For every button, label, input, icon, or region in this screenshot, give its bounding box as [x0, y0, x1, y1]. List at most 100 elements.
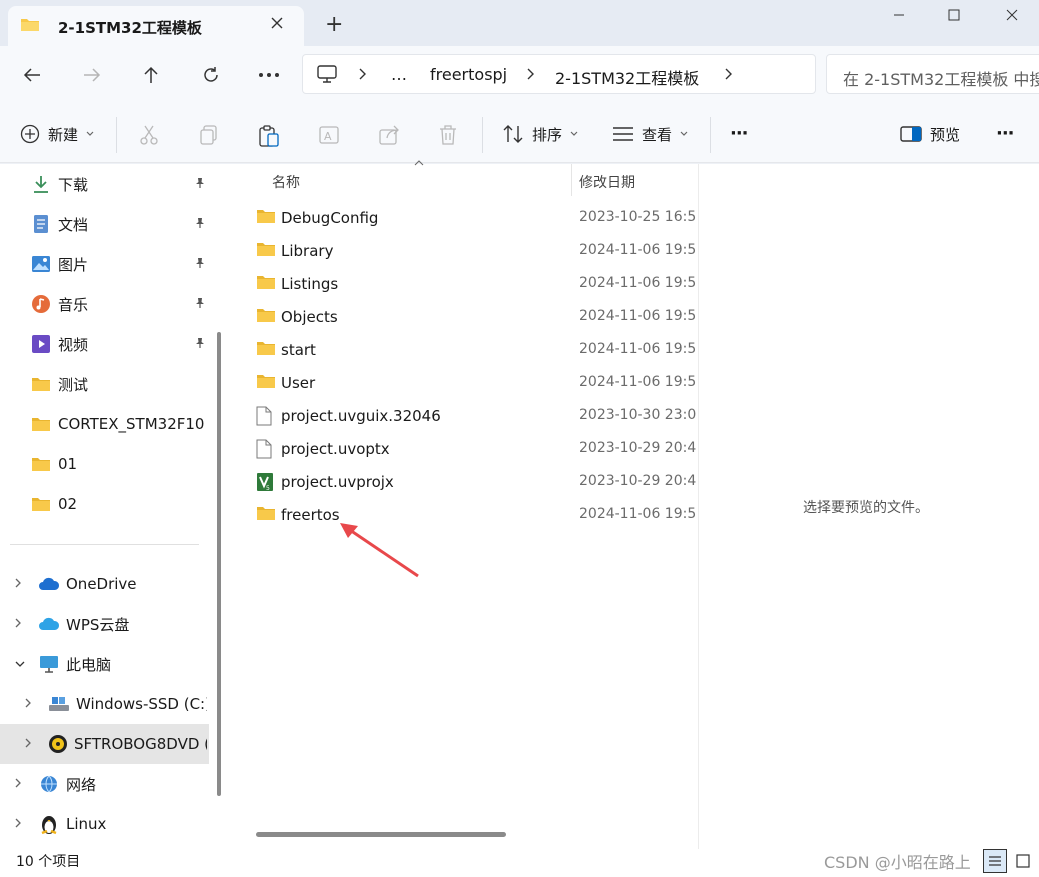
file-row-10[interactable]: freertos 2024-11-06 19:5 [250, 498, 697, 531]
chevron-right-icon[interactable] [24, 737, 32, 749]
sidebar-item-9[interactable]: 02 [30, 487, 210, 521]
sidebar-item-5[interactable]: 视频 [30, 327, 210, 361]
sidebar-scrollbar[interactable] [217, 332, 221, 796]
chevron-right-icon[interactable] [14, 577, 22, 589]
folder-icon [256, 373, 276, 389]
sidebar-item-8[interactable]: 01 [30, 447, 210, 481]
more-nav-icon[interactable] [252, 60, 286, 90]
plus-circle-icon [20, 124, 40, 144]
preview-button[interactable]: 预览 [900, 118, 960, 150]
preview-label: 预览 [930, 125, 961, 144]
linux-icon [38, 813, 60, 835]
new-tab-button[interactable]: + [325, 12, 343, 37]
toolbar-divider [710, 117, 711, 153]
refresh-button[interactable] [194, 60, 228, 90]
folder-icon [256, 505, 276, 521]
network-icon [38, 773, 60, 795]
sidebar-tree-item-3[interactable]: 此电脑 [10, 647, 207, 681]
sidebar-tree-item-2[interactable]: WPS云盘 [10, 607, 207, 641]
document-icon [30, 213, 52, 235]
chevron-down-icon[interactable] [14, 660, 26, 668]
sidebar-tree-item-5[interactable]: SFTROBOG8DVD (D [20, 727, 207, 761]
sidebar-item-label: 测试 [58, 375, 89, 394]
search-input[interactable]: 在 2-1STM32工程模板 中搜 [826, 54, 1039, 94]
address-bar[interactable]: … freertospj 2-1STM32工程模板 [302, 54, 816, 94]
annotation-arrow [336, 518, 426, 582]
sidebar-item-3[interactable]: 图片 [30, 247, 210, 281]
details-view-button[interactable] [983, 849, 1007, 873]
file-row-2[interactable]: Library 2024-11-06 19:5 [250, 234, 697, 267]
chevron-right-icon[interactable] [527, 68, 535, 80]
column-header-name[interactable]: 名称 [272, 172, 300, 192]
copy-icon[interactable] [198, 124, 220, 146]
file-row-6[interactable]: User 2024-11-06 19:5 [250, 366, 697, 399]
minimize-button[interactable] [876, 0, 922, 30]
file-icon [256, 406, 272, 426]
chevron-right-icon[interactable] [359, 68, 367, 80]
file-row-5[interactable]: start 2024-11-06 19:5 [250, 333, 697, 366]
sidebar-tree-item-7[interactable]: Linux [10, 807, 207, 841]
sidebar-item-4[interactable]: 音乐 [30, 287, 210, 321]
sidebar-item-label: 02 [58, 495, 78, 513]
more-options-button[interactable]: ··· [730, 123, 748, 144]
file-row-8[interactable]: project.uvoptx 2023-10-29 20:4 [250, 432, 697, 465]
sidebar-item-label: 01 [58, 455, 78, 473]
close-tab-icon[interactable] [270, 16, 284, 30]
thumbnail-view-button[interactable] [1011, 849, 1035, 873]
sidebar-item-label: 音乐 [58, 295, 89, 314]
delete-icon[interactable] [438, 124, 458, 146]
breadcrumb-current[interactable]: 2-1STM32工程模板 [555, 65, 699, 89]
file-row-3[interactable]: Listings 2024-11-06 19:5 [250, 267, 697, 300]
folder-icon [30, 453, 52, 475]
file-date: 2023-10-25 16:5 [579, 209, 697, 225]
more-right-button[interactable]: ··· [996, 123, 1014, 144]
file-row-7[interactable]: project.uvguix.32046 2023-10-30 23:0 [250, 399, 697, 432]
file-name: freertos [281, 506, 340, 524]
cut-icon[interactable] [138, 124, 160, 146]
file-date: 2023-10-29 20:4 [579, 473, 697, 489]
sidebar-tree-item-1[interactable]: OneDrive [10, 567, 207, 601]
chevron-right-icon[interactable] [14, 777, 22, 789]
view-button[interactable]: 查看 [612, 118, 688, 150]
folder-icon [256, 208, 276, 224]
up-button[interactable] [134, 60, 168, 90]
column-header-date[interactable]: 修改日期 [579, 172, 635, 192]
chevron-right-icon[interactable] [14, 817, 22, 829]
breadcrumb-overflow[interactable]: … [391, 65, 407, 84]
share-icon[interactable] [378, 124, 402, 146]
forward-button[interactable] [75, 60, 109, 90]
sidebar-item-6[interactable]: 测试 [30, 367, 210, 401]
sidebar-item-7[interactable]: CORTEX_STM32F10 [30, 407, 210, 441]
sidebar-item-1[interactable]: 下载 [30, 167, 210, 201]
paste-icon[interactable] [258, 124, 280, 148]
chevron-right-icon[interactable] [725, 68, 733, 80]
column-separator[interactable] [571, 164, 572, 196]
sidebar-item-label: 图片 [58, 255, 89, 274]
sidebar-item-2[interactable]: 文档 [30, 207, 210, 241]
wps-cloud-icon [38, 613, 60, 635]
close-window-button[interactable] [989, 0, 1035, 30]
file-row-1[interactable]: DebugConfig 2023-10-25 16:5 [250, 201, 697, 234]
tab-active[interactable]: 2-1STM32工程模板 [8, 6, 304, 46]
chevron-right-icon[interactable] [24, 697, 32, 709]
sort-icon [502, 124, 524, 144]
horizontal-scrollbar[interactable] [256, 832, 506, 837]
video-icon [30, 333, 52, 355]
sort-button[interactable]: 排序 [502, 118, 578, 150]
sidebar-tree-label: SFTROBOG8DVD (D [74, 735, 207, 753]
file-name: Library [281, 242, 334, 260]
file-row-4[interactable]: Objects 2024-11-06 19:5 [250, 300, 697, 333]
computer-icon [38, 653, 60, 675]
chevron-right-icon[interactable] [14, 617, 22, 629]
rename-icon[interactable]: A [318, 124, 342, 146]
sidebar-item-label: 下载 [58, 175, 89, 194]
breadcrumb-freertospj[interactable]: freertospj [430, 65, 507, 84]
preview-empty-message: 选择要预览的文件。 [803, 500, 929, 516]
maximize-button[interactable] [931, 0, 977, 30]
folder-icon [256, 307, 276, 323]
sidebar-tree-item-4[interactable]: Windows-SSD (C:) [20, 687, 207, 721]
new-button[interactable]: 新建 [20, 118, 94, 150]
back-button[interactable] [15, 60, 49, 90]
sidebar-tree-item-6[interactable]: 网络 [10, 767, 207, 801]
file-row-9[interactable]: 5 project.uvprojx 2023-10-29 20:4 [250, 465, 697, 498]
